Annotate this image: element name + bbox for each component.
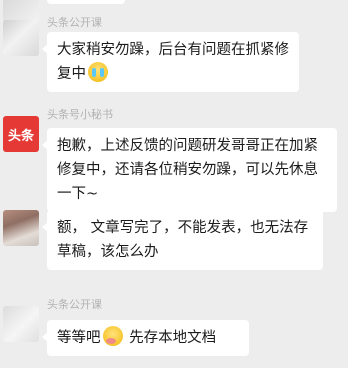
chat-message: 头条 头条号小秘书 抱歉，上述反馈的问题研发哥哥正在加紧修复中，还请各位稍安勿躁… (0, 106, 348, 212)
avatar[interactable] (3, 306, 39, 342)
message-text: 等等吧 (57, 330, 101, 346)
sender-name: 头条公开课 (47, 298, 102, 311)
sender-name: 头条公开课 (47, 16, 102, 29)
message-text: 抱歉，上述反馈的问题研发哥哥正在加紧修复中，还请各位稍安勿躁，可以先休息一下~ (57, 138, 318, 202)
avatar[interactable] (3, 20, 39, 56)
face-icon (102, 326, 123, 346)
chat-message: 头条公开课 等等吧 先存本地文档 (0, 296, 348, 368)
message-bubble[interactable]: 等等吧 先存本地文档 (42, 320, 249, 356)
message-bubble[interactable]: 抱歉，上述反馈的问题研发哥哥正在加紧修复中，还请各位稍安勿躁，可以先休息一下~ (42, 128, 337, 212)
message-text: 先存本地文档 (124, 330, 217, 346)
sender-name: 头条号小秘书 (47, 108, 113, 121)
message-bubble[interactable]: 额， 文章写完了，不能发表，也无法存草稿，该怎么办 (42, 210, 323, 270)
crying-face-icon (88, 62, 108, 82)
bubble-fragment (47, 0, 125, 4)
message-bubble[interactable]: 大家稍安勿躁，后台有问题在抓紧修复中 (42, 32, 299, 92)
message-text: 额， 文章写完了，不能发表，也无法存草稿，该怎么办 (57, 220, 309, 260)
logo-text: 头条 (7, 128, 34, 144)
toutiao-logo-avatar[interactable]: 头条 (3, 116, 39, 152)
chat-message: 额， 文章写完了，不能发表，也无法存草稿，该怎么办 (0, 210, 348, 290)
chat-message: 头条公开课 大家稍安勿躁，后台有问题在抓紧修复中 (0, 14, 348, 94)
avatar[interactable] (3, 210, 39, 246)
